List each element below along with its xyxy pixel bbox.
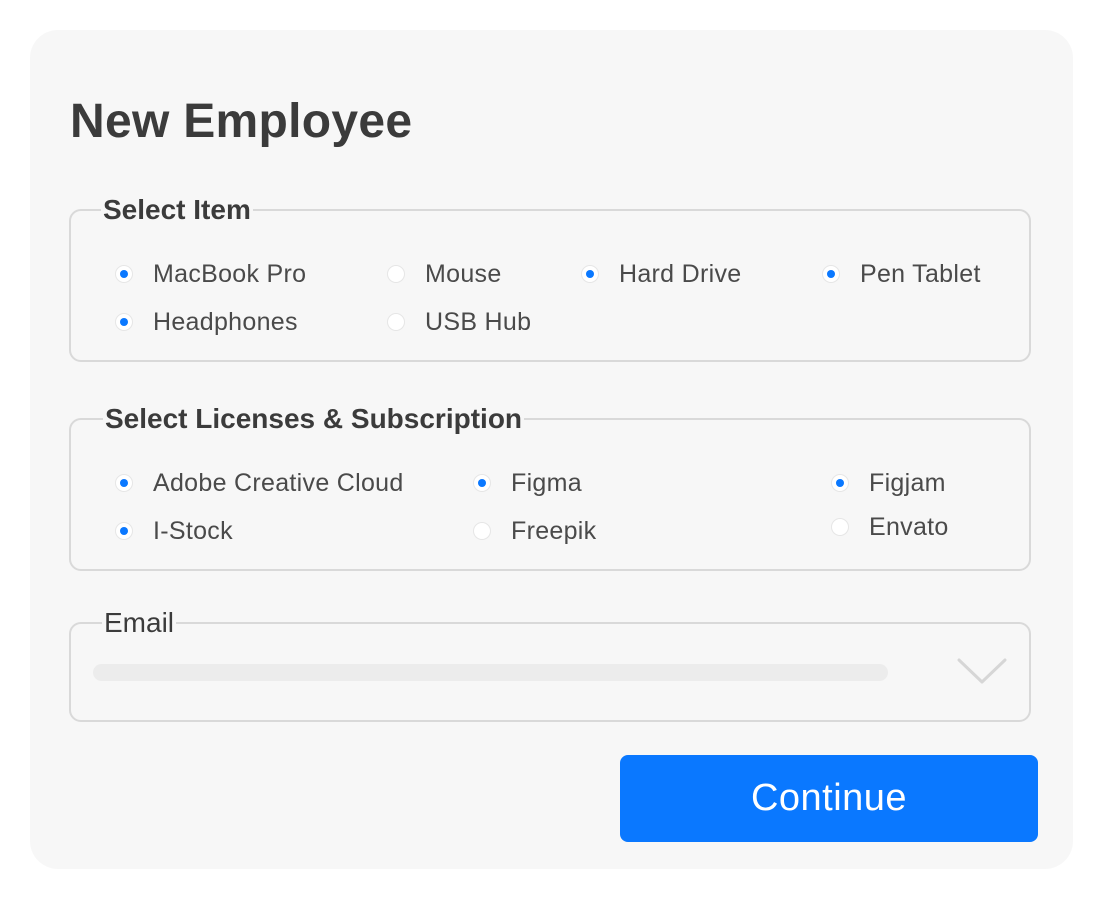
new-employee-card: New Employee Select Item MacBook Pro Mou…	[30, 30, 1073, 869]
option-label: Envato	[869, 512, 949, 541]
hard-drive-radio[interactable]	[581, 265, 599, 283]
email-dropdown[interactable]: Email	[69, 607, 1031, 722]
continue-button[interactable]: Continue	[620, 755, 1038, 842]
option-label: Mouse	[425, 259, 502, 288]
option-label: I-Stock	[153, 516, 233, 545]
option-hard-drive[interactable]: Hard Drive	[581, 259, 741, 289]
select-licenses-legend: Select Licenses & Subscription	[103, 403, 525, 435]
option-envato[interactable]: Envato	[831, 512, 949, 542]
macbook-pro-radio[interactable]	[115, 265, 133, 283]
option-mouse[interactable]: Mouse	[387, 259, 502, 289]
figma-radio[interactable]	[473, 474, 491, 492]
option-figjam[interactable]: Figjam	[831, 468, 946, 498]
email-value-placeholder[interactable]	[93, 664, 888, 681]
i-stock-radio[interactable]	[115, 522, 133, 540]
page-title: New Employee	[70, 95, 413, 148]
option-pen-tablet[interactable]: Pen Tablet	[822, 259, 981, 289]
option-label: USB Hub	[425, 307, 532, 336]
option-label: Pen Tablet	[860, 259, 981, 288]
select-licenses-group: Select Licenses & Subscription Adobe Cre…	[69, 403, 1031, 571]
pen-tablet-radio[interactable]	[822, 265, 840, 283]
freepik-radio[interactable]	[473, 522, 491, 540]
option-figma[interactable]: Figma	[473, 468, 582, 498]
option-freepik[interactable]: Freepik	[473, 516, 596, 546]
option-label: Adobe Creative Cloud	[153, 468, 404, 497]
chevron-down-icon[interactable]	[957, 656, 1007, 686]
option-label: MacBook Pro	[153, 259, 307, 288]
select-item-legend: Select Item	[101, 194, 253, 226]
option-label: Freepik	[511, 516, 597, 545]
adobe-creative-cloud-radio[interactable]	[115, 474, 133, 492]
option-headphones[interactable]: Headphones	[115, 307, 298, 337]
option-label: Headphones	[153, 307, 298, 336]
figjam-radio[interactable]	[831, 474, 849, 492]
option-label: Figjam	[869, 468, 946, 497]
option-usb-hub[interactable]: USB Hub	[387, 307, 531, 337]
option-label: Figma	[511, 468, 582, 497]
usb-hub-radio[interactable]	[387, 313, 405, 331]
select-item-group: Select Item MacBook Pro Mouse Hard Drive…	[69, 194, 1031, 362]
option-adobe-creative-cloud[interactable]: Adobe Creative Cloud	[115, 468, 404, 498]
option-i-stock[interactable]: I-Stock	[115, 516, 233, 546]
envato-radio[interactable]	[831, 518, 849, 536]
headphones-radio[interactable]	[115, 313, 133, 331]
mouse-radio[interactable]	[387, 265, 405, 283]
option-macbook-pro[interactable]: MacBook Pro	[115, 259, 306, 289]
email-label: Email	[102, 607, 177, 639]
option-label: Hard Drive	[619, 259, 742, 288]
